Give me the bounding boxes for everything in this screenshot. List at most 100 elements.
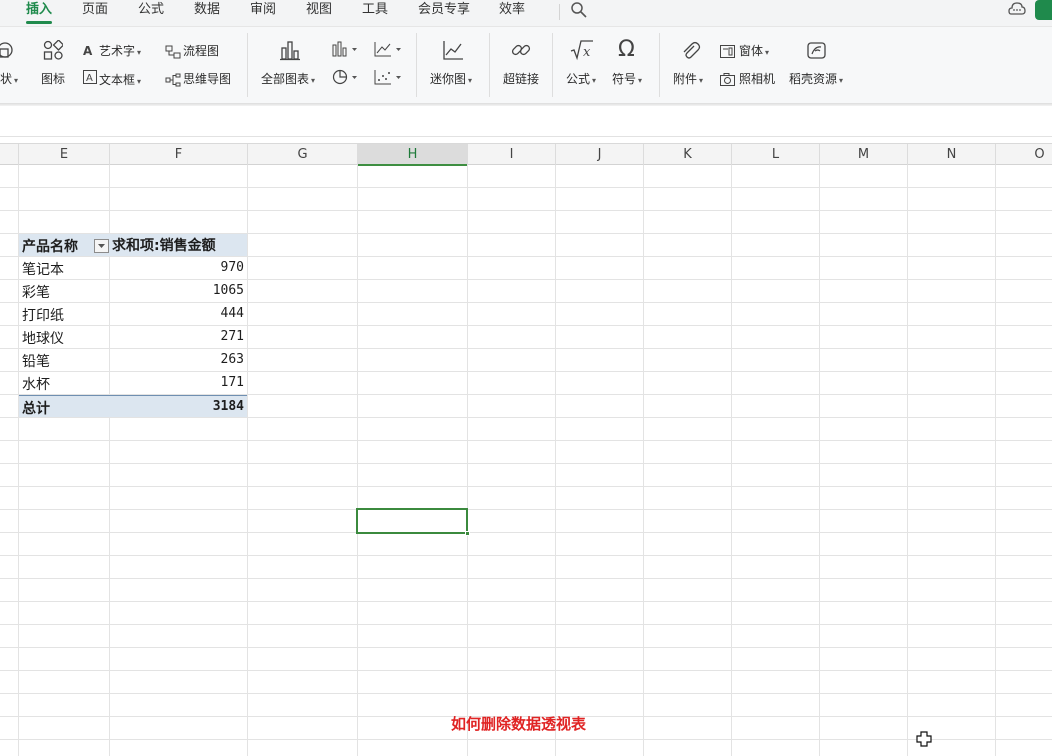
camera-button[interactable]: 照相机 — [720, 70, 775, 87]
pivot-row-value: 263 — [220, 352, 244, 367]
art-text-icon: A — [83, 44, 93, 58]
tab-member[interactable]: 会员专享 — [418, 0, 470, 24]
pivot-row[interactable]: 水杯 171 — [19, 372, 247, 394]
cursor-icon — [916, 731, 932, 747]
tab-formula[interactable]: 公式 — [138, 0, 164, 24]
grid-row-line — [0, 693, 1052, 694]
pivot-row-name: 彩笔 — [22, 285, 50, 301]
all-charts-button[interactable]: 全部图表 ▾ — [261, 70, 315, 87]
link-icon[interactable] — [510, 39, 532, 61]
column-header-k[interactable]: K — [644, 144, 732, 165]
share-button[interactable] — [1035, 0, 1052, 20]
tab-review[interactable]: 审阅 — [250, 0, 276, 24]
pivot-row[interactable]: 地球仪 271 — [19, 326, 247, 348]
pivot-total-value: 3184 — [212, 399, 244, 414]
chat-icon[interactable] — [1008, 1, 1026, 17]
column-header-m[interactable]: M — [820, 144, 908, 165]
filter-dropdown-icon[interactable] — [94, 239, 109, 253]
icon-library-button[interactable]: 图标 — [41, 70, 65, 87]
pivot-header-value: 求和项:销售金额 — [112, 238, 216, 254]
flowchart-label: 流程图 — [183, 44, 220, 58]
grid-row-line — [0, 601, 1052, 602]
tab-view[interactable]: 视图 — [306, 0, 332, 24]
mind-map-button[interactable]: 思维导图 — [165, 70, 231, 87]
icon-library-icon[interactable] — [43, 40, 63, 60]
menu-divider — [559, 4, 560, 20]
column-chart-button[interactable] — [332, 41, 358, 57]
tab-page[interactable]: 页面 — [82, 0, 108, 24]
formula-button[interactable]: 公式 ▾ — [566, 70, 596, 87]
column-header-e[interactable]: E — [19, 144, 110, 165]
tab-tools[interactable]: 工具 — [362, 0, 388, 24]
grid-column-line — [357, 165, 358, 756]
column-header-partial[interactable] — [0, 144, 19, 165]
pivot-row[interactable]: 彩笔 1065 — [19, 280, 247, 302]
pivot-total-row[interactable]: 总计 3184 — [19, 395, 247, 417]
tab-data[interactable]: 数据 — [194, 0, 220, 24]
ribbon-divider — [659, 33, 660, 97]
grid-row-line — [0, 187, 1052, 188]
menu-bar: 插入 页面 公式 数据 审阅 视图 工具 会员专享 效率 — [0, 0, 1052, 27]
attachment-button[interactable]: 附件 ▾ — [673, 70, 703, 87]
shape-button[interactable]: 状 ▾ — [0, 70, 18, 87]
column-header-j[interactable]: J — [556, 144, 644, 165]
shape-icon[interactable] — [0, 41, 18, 59]
grid-row-line — [0, 440, 1052, 441]
resources-button[interactable]: 稻壳资源 ▾ — [789, 70, 843, 87]
sparkline-button[interactable]: 迷你图 ▾ — [430, 70, 472, 87]
pivot-row[interactable]: 铅笔 263 — [19, 349, 247, 371]
video-caption: 如何删除数据透视表 — [451, 715, 587, 733]
mind-map-label: 思维导图 — [183, 72, 232, 86]
ribbon-divider — [552, 33, 553, 97]
column-headers: E F G H I J K L M N O — [0, 143, 1052, 166]
tab-efficiency[interactable]: 效率 — [499, 0, 525, 24]
paperclip-icon[interactable] — [679, 39, 701, 61]
pivot-row-name: 铅笔 — [22, 354, 50, 370]
pivot-row-value: 970 — [220, 260, 244, 275]
grid-row-line — [0, 555, 1052, 556]
bar-chart-icon[interactable] — [279, 39, 301, 61]
flowchart-icon — [165, 45, 183, 59]
symbol-button[interactable]: 符号 ▾ — [612, 70, 642, 87]
column-header-f[interactable]: F — [110, 144, 248, 165]
pivot-total-label: 总计 — [22, 401, 50, 417]
search-icon[interactable] — [570, 1, 588, 19]
formula-label: 公式 — [566, 72, 591, 86]
column-header-g[interactable]: G — [248, 144, 358, 165]
column-header-n[interactable]: N — [908, 144, 996, 165]
resources-icon[interactable] — [806, 39, 828, 61]
grid-row-line — [0, 417, 1052, 418]
column-header-o[interactable]: O — [996, 144, 1052, 165]
pivot-row[interactable]: 笔记本 970 — [19, 257, 247, 279]
hyperlink-button[interactable]: 超链接 — [503, 70, 539, 87]
formula-bar[interactable] — [0, 106, 1052, 137]
tab-insert[interactable]: 插入 — [26, 0, 53, 24]
scatter-chart-button[interactable] — [374, 69, 402, 85]
grid-column-line — [247, 165, 248, 756]
mind-map-icon — [165, 73, 183, 87]
grid-column-line — [643, 165, 644, 756]
grid-column-line — [731, 165, 732, 756]
form-icon — [720, 45, 739, 58]
selected-cell[interactable] — [356, 508, 470, 536]
art-text-button[interactable]: A 艺术字 ▾ — [83, 42, 141, 59]
line-chart-button[interactable] — [374, 41, 402, 57]
omega-icon[interactable]: Ω — [618, 37, 635, 62]
pie-chart-button[interactable] — [332, 69, 358, 85]
fill-handle[interactable] — [465, 531, 470, 536]
formula-icon[interactable]: x — [570, 39, 594, 61]
form-label: 窗体 — [739, 44, 764, 58]
column-header-h[interactable]: H — [358, 144, 468, 166]
form-button[interactable]: 窗体 ▾ — [720, 42, 769, 59]
pivot-row-name: 打印纸 — [22, 308, 64, 324]
ribbon-divider — [489, 33, 490, 97]
column-header-l[interactable]: L — [732, 144, 820, 165]
flowchart-button[interactable]: 流程图 — [165, 42, 219, 59]
grid-column-line — [467, 165, 468, 756]
resources-label: 稻壳资源 — [789, 72, 838, 86]
pivot-row[interactable]: 打印纸 444 — [19, 303, 247, 325]
sparkline-icon[interactable] — [442, 39, 464, 61]
grid-row-line — [0, 463, 1052, 464]
column-header-i[interactable]: I — [468, 144, 556, 165]
text-box-button[interactable]: A 文本框 ▾ — [83, 70, 141, 88]
